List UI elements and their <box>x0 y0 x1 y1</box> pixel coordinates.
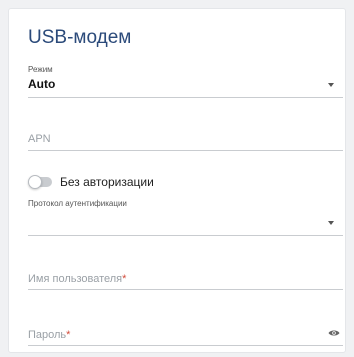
username-placeholder-text: Имя пользователя <box>28 273 123 285</box>
no-auth-label: Без авторизации <box>60 175 154 189</box>
required-mark: * <box>122 273 127 285</box>
mode-label: Режим <box>28 65 53 74</box>
apn-underline <box>28 150 343 151</box>
chevron-down-icon <box>328 83 334 87</box>
auth-protocol-label: Протокол аутентификации <box>28 199 127 208</box>
usb-modem-panel: USB-модем Режим Auto APN Без авторизации… <box>8 8 346 353</box>
no-auth-toggle[interactable] <box>28 175 52 189</box>
password-underline <box>28 345 343 346</box>
mode-underline <box>28 97 343 98</box>
username-underline <box>28 289 343 290</box>
password-placeholder-text: Пароль <box>28 329 67 341</box>
chevron-down-icon <box>328 221 334 225</box>
toggle-knob <box>28 175 42 189</box>
mode-value: Auto <box>28 77 56 91</box>
auth-protocol-underline <box>28 235 343 236</box>
eye-icon[interactable] <box>328 329 340 337</box>
panel-title: USB-модем <box>28 27 132 48</box>
password-placeholder: Пароль* <box>28 329 70 341</box>
required-mark: * <box>66 329 71 341</box>
username-placeholder: Имя пользователя* <box>28 273 126 285</box>
apn-placeholder: APN <box>28 133 51 145</box>
